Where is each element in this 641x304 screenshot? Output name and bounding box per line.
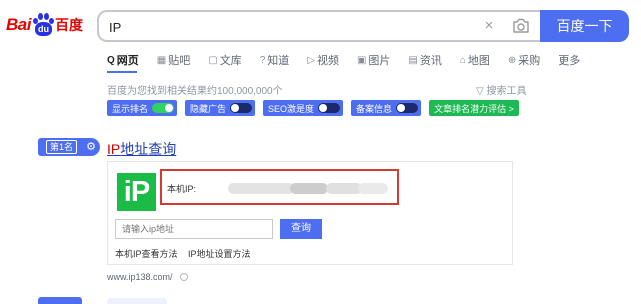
logo-text-bai: Bai (6, 15, 31, 34)
ip-redaction-blur (326, 183, 362, 194)
toggle-switch-off (396, 103, 419, 113)
ip-query-card: iP 本机IP: 查询 本机IP查看方法 IP地址设置方法 (107, 161, 513, 265)
tab-label: 采购 (518, 55, 541, 67)
next-rank-badge (38, 297, 82, 304)
filter-icon: ▽ (476, 86, 484, 97)
logo-paw-text: du (34, 22, 52, 36)
question-icon: ? (259, 54, 266, 66)
local-ip-box: 本机IP: (160, 169, 399, 205)
tab-label: 资讯 (419, 55, 442, 67)
search-tabs: Q 网页 ▦ 贴吧 ▢ 文库 ? 知道 ▷ 视频 ▣ 图片 ▤ 资讯 ⌂ 地图 … (107, 52, 598, 68)
logo-text-baidu: 百度 (54, 17, 83, 33)
link-view-local-ip[interactable]: 本机IP查看方法 (115, 249, 178, 259)
toggle-label: 隐藏广告 (190, 103, 227, 114)
toggle-icp[interactable]: 备案信息 (351, 100, 422, 116)
title-highlight: IP (107, 141, 121, 157)
tab-video[interactable]: ▷ 视频 (307, 52, 339, 68)
rank-badge: 第1名 ⚙ (38, 138, 101, 156)
ip-redaction-blur (290, 183, 328, 194)
search-input[interactable] (109, 17, 449, 37)
document-icon: ▢ (208, 54, 218, 66)
news-icon: ▤ (408, 54, 418, 66)
toggle-label: SEO激是度 (268, 103, 315, 114)
active-tab-underline (107, 71, 137, 73)
tab-purchase[interactable]: ⊕ 采购 (508, 52, 540, 68)
tab-label: 网页 (116, 55, 139, 67)
search-icon: Q (107, 54, 115, 66)
tab-label: 地图 (467, 55, 490, 67)
toggle-switch-off (230, 103, 253, 113)
tab-map[interactable]: ⌂ 地图 (460, 52, 490, 68)
query-button[interactable]: 查询 (280, 219, 322, 239)
tab-news[interactable]: ▤ 资讯 (408, 52, 441, 68)
toggle-switch-on (152, 103, 175, 113)
plugin-toggle-row: 显示排名 隐藏广告 SEO激是度 备案信息 文章排名潜力评估 > (107, 100, 527, 116)
result-title-link[interactable]: IP地址查询 (107, 139, 176, 159)
card-links: 本机IP查看方法 IP地址设置方法 (115, 247, 259, 260)
search-tools-button[interactable]: ▽ 搜索工具 (476, 82, 526, 97)
toggle-label: 备案信息 (356, 103, 393, 114)
map-icon: ⌂ (459, 54, 466, 66)
article-rank-button[interactable]: 文章排名潜力评估 > (429, 100, 519, 116)
next-result-title[interactable] (107, 298, 167, 304)
ip138-logo[interactable]: iP (117, 173, 156, 211)
tab-images[interactable]: ▣ 图片 (357, 52, 390, 68)
link-ip-settings[interactable]: IP地址设置方法 (188, 249, 251, 259)
play-icon: ▷ (307, 54, 315, 66)
result-url: www.ip138.com/ (107, 272, 188, 282)
tab-tieba[interactable]: ▦ 贴吧 (157, 52, 190, 68)
tab-label: 知道 (267, 55, 290, 67)
search-box: × (97, 10, 540, 42)
toggle-switch-off (318, 103, 341, 113)
tieba-icon: ▦ (156, 54, 167, 66)
local-ip-label: 本机IP: (167, 184, 197, 194)
search-tools-label: 搜索工具 (486, 86, 527, 97)
image-icon: ▣ (356, 54, 367, 66)
ip-redaction-blur (228, 183, 294, 194)
tab-zhidao[interactable]: ? 知道 (260, 52, 290, 68)
toggle-show-rank[interactable]: 显示排名 (107, 100, 178, 116)
baidu-logo[interactable]: Bai du 百度 (6, 12, 88, 38)
tab-label: 更多 (558, 55, 581, 67)
toggle-label: 文章排名潜力评估 > (434, 103, 514, 114)
toggle-label: 显示排名 (112, 103, 149, 114)
rank-label: 第1名 (46, 140, 78, 154)
ip-address-input[interactable] (115, 219, 273, 239)
tab-label: 贴吧 (168, 55, 191, 67)
tab-wenku[interactable]: ▢ 文库 (208, 52, 241, 68)
circle-icon[interactable] (179, 273, 188, 281)
result-url-text[interactable]: www.ip138.com/ (107, 272, 173, 282)
tab-label: 图片 (368, 55, 391, 67)
tab-label: 文库 (219, 55, 242, 67)
tab-more[interactable]: 更多 (558, 52, 580, 68)
title-rest: 地址查询 (120, 141, 177, 157)
rank-flag: 第1名 (38, 138, 83, 156)
search-button[interactable]: 百度一下 (540, 10, 629, 42)
camera-icon[interactable] (511, 17, 531, 35)
toggle-seo[interactable]: SEO激是度 (263, 100, 344, 116)
purchase-icon: ⊕ (507, 54, 517, 66)
result-count: 百度为您找到相关结果约100,000,000个 (107, 86, 283, 97)
paw-icon: du (32, 13, 54, 37)
tab-web[interactable]: Q 网页 (107, 52, 139, 68)
gear-icon[interactable]: ⚙ (82, 138, 101, 156)
clear-icon[interactable]: × (480, 17, 498, 35)
ip-redaction-blur (358, 183, 388, 194)
tab-label: 视频 (316, 55, 339, 67)
toggle-hide-ads[interactable]: 隐藏广告 (185, 100, 256, 116)
